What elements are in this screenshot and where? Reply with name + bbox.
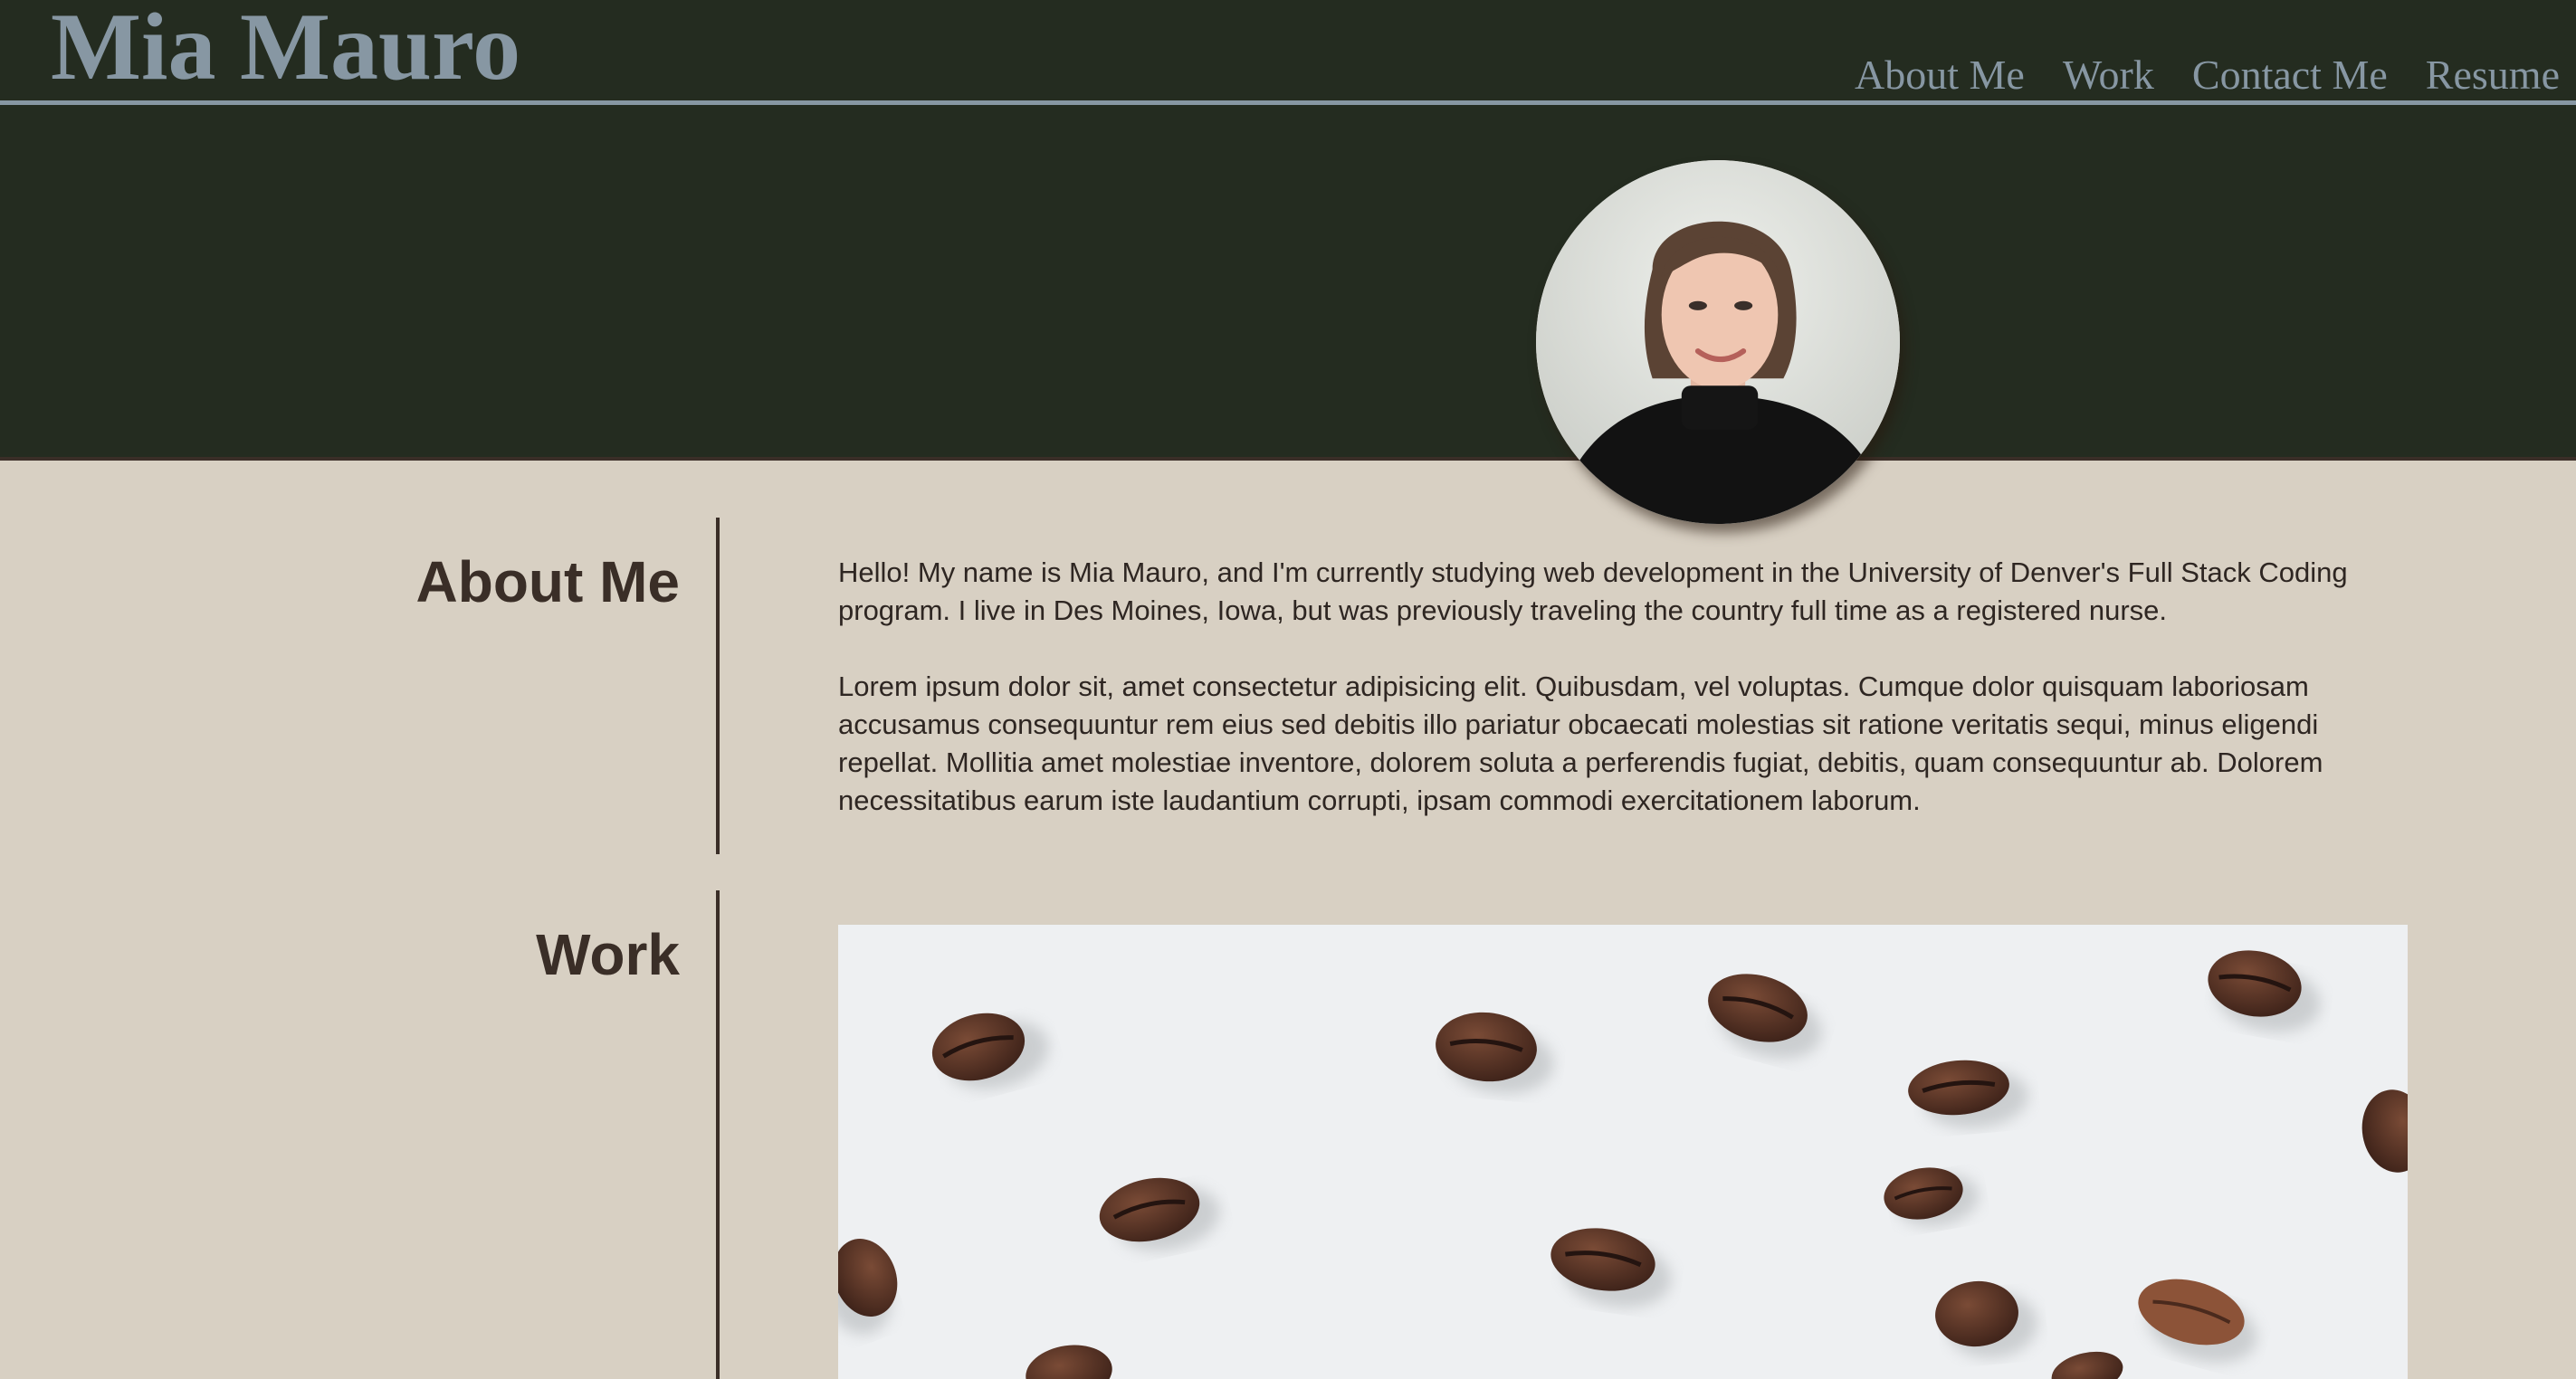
work-heading: Work xyxy=(536,922,680,987)
hero-band xyxy=(0,105,2576,461)
work-project-image[interactable] xyxy=(838,925,2408,1379)
nav-link-contact-me[interactable]: Contact Me xyxy=(2192,52,2388,99)
nav-link-resume[interactable]: Resume xyxy=(2426,52,2560,99)
about-text: Hello! My name is Mia Mauro, and I'm cur… xyxy=(838,554,2413,820)
work-divider xyxy=(716,890,720,1379)
coffee-beans-illustration xyxy=(838,925,2408,1379)
about-paragraph-intro: Hello! My name is Mia Mauro, and I'm cur… xyxy=(838,556,2348,626)
about-divider xyxy=(716,518,720,854)
nav-link-about-me[interactable]: About Me xyxy=(1855,52,2025,99)
nav-link-work[interactable]: Work xyxy=(2063,52,2154,99)
site-title[interactable]: Mia Mauro xyxy=(51,0,520,100)
main-nav: About Me Work Contact Me Resume xyxy=(1855,52,2560,99)
top-bar: Mia Mauro About Me Work Contact Me Resum… xyxy=(0,0,2576,101)
about-paragraph-lorem: Lorem ipsum dolor sit, amet consectetur … xyxy=(838,670,2323,816)
profile-photo-illustration xyxy=(1536,160,1900,524)
profile-photo xyxy=(1536,160,1900,524)
about-heading: About Me xyxy=(415,549,681,614)
